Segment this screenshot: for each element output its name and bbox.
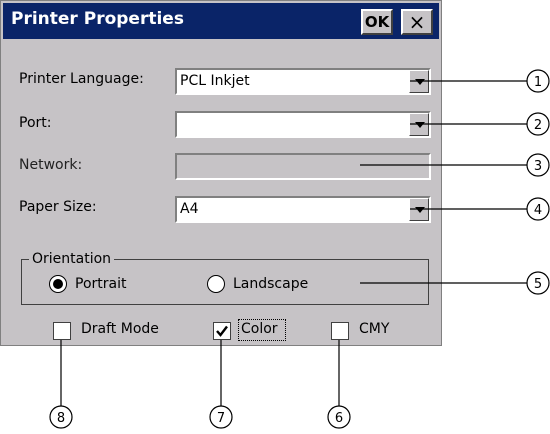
- callout-1: 1: [534, 75, 542, 90]
- callout-5: 5: [534, 277, 542, 292]
- callout-4: 4: [534, 203, 542, 218]
- callout-2: 2: [534, 118, 542, 133]
- callout-3: 3: [534, 159, 542, 174]
- callout-8: 8: [57, 411, 65, 426]
- callout-7: 7: [217, 411, 225, 426]
- callout-overlay: 1 2 3 4 5 6 7 8: [49, 69, 550, 429]
- callout-6: 6: [335, 411, 343, 426]
